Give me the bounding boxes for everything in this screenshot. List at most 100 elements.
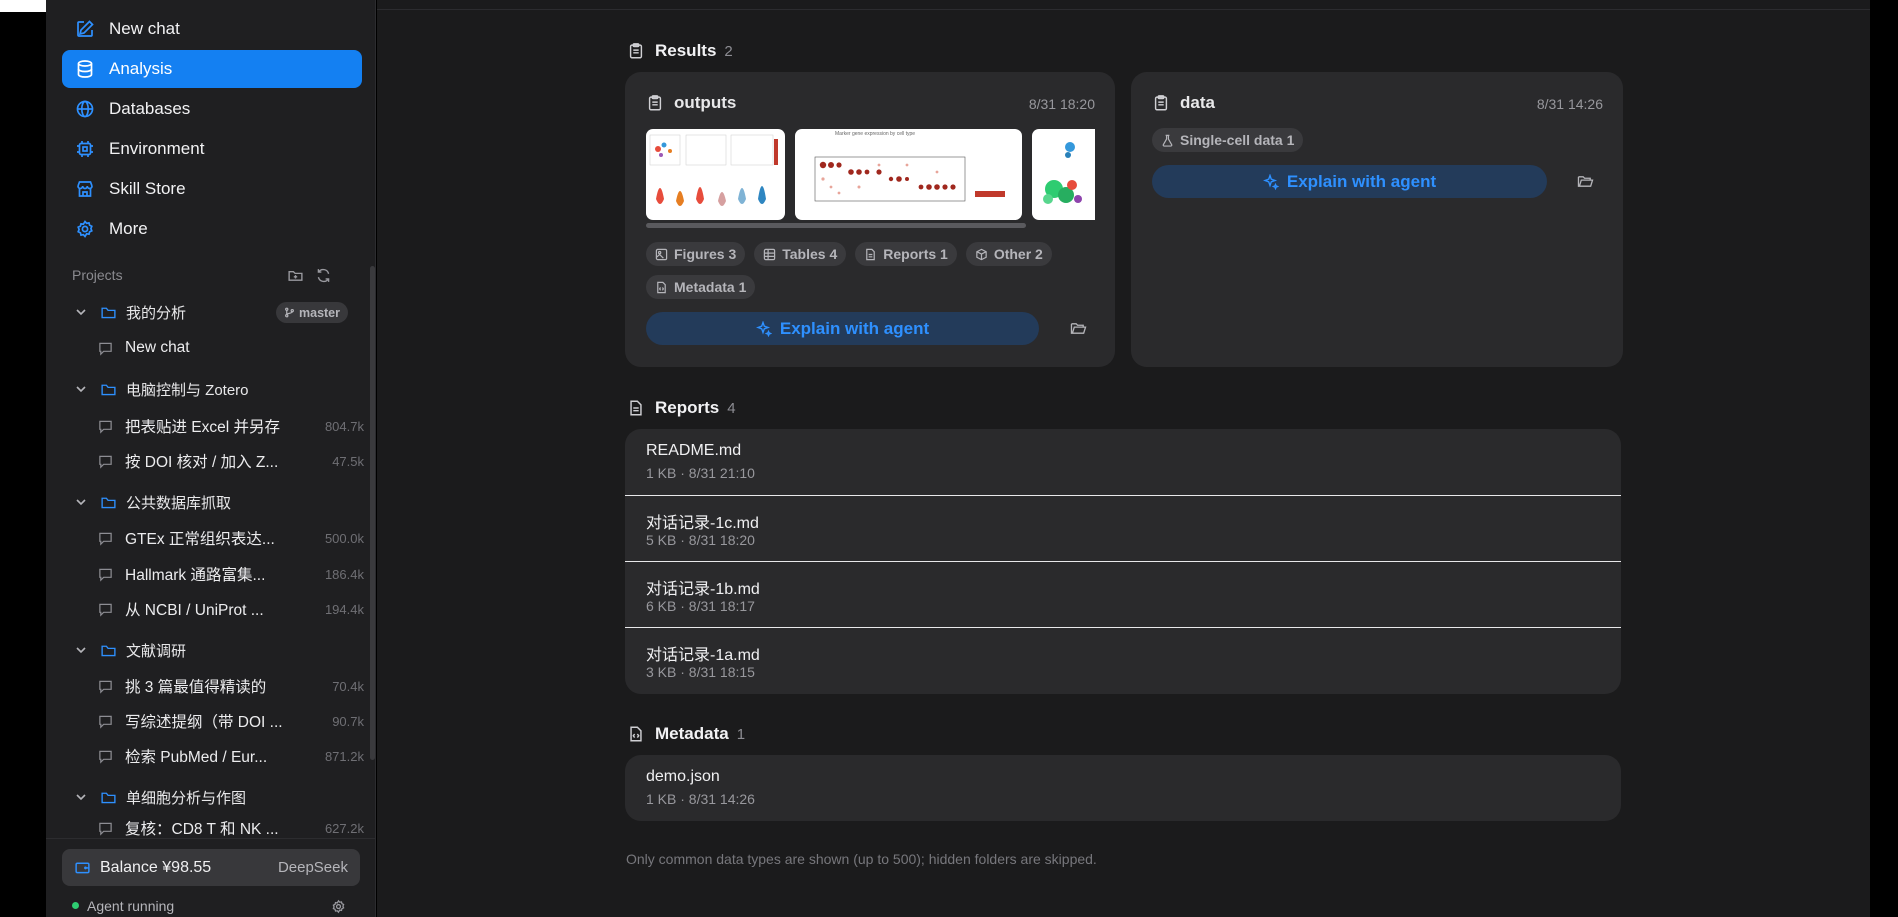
folder-icon [101,792,116,803]
chat-token-count: 627.2k [324,820,364,836]
sidebar: New chat Analysis Databases Environment … [46,0,376,917]
project-name: 文献调研 [126,642,187,660]
chat-item[interactable]: 挑 3 篇最值得精读的 70.4k [98,671,364,701]
nav-analysis[interactable]: Analysis [62,50,362,88]
file-code-icon [630,726,642,742]
file-meta: 1 KB · 8/31 14:26 [646,791,755,807]
chat-item[interactable]: 写综述提纲（带 DOI ... 90.7k [98,706,364,736]
chevron-down-icon [76,499,86,506]
open-folder-icon[interactable] [1070,321,1087,336]
chip-other[interactable]: Other 2 [965,242,1052,266]
gear-icon [77,220,93,238]
result-card-data[interactable]: data 8/31 14:26 Single-cell data 1 Expla… [1131,72,1623,367]
chat-title: 复核：CD8 T 和 NK ... [125,821,279,838]
chat-bubble-icon [99,715,112,729]
refresh-icon[interactable] [315,267,332,284]
type-chips: Single-cell data 1 [1152,128,1304,152]
report-row[interactable]: README.md 1 KB · 8/31 21:10 [625,429,1621,495]
reports-list: README.md 1 KB · 8/31 21:10 对话记录-1c.md 5… [625,429,1621,694]
chat-item[interactable]: Hallmark 通路富集... 186.4k [98,559,364,589]
chat-item[interactable]: 从 NCBI / UniProt ... 194.4k [98,594,364,624]
chip-figures[interactable]: Figures 3 [646,242,746,266]
nav-environment[interactable]: Environment [62,130,362,168]
result-card-outputs[interactable]: outputs 8/31 18:20 Marker gene expressio… [625,72,1115,367]
edit-icon [77,20,94,37]
document-icon [630,400,642,416]
chat-item[interactable]: 按 DOI 核对 / 加入 Z... 47.5k [98,446,364,476]
file-meta: 1 KB · 8/31 21:10 [646,465,755,481]
nav-skill-store[interactable]: Skill Store [62,170,362,208]
figure-thumbnail[interactable]: Marker gene expression by cell type [795,129,1022,220]
nav-new-chat[interactable]: New chat [62,10,362,48]
metadata-header: Metadata 1 [627,724,745,744]
branch-badge: master [276,302,348,323]
balance-bar[interactable]: Balance ¥98.55 DeepSeek [62,849,360,886]
explain-with-agent-button[interactable]: Explain with agent [1152,165,1547,198]
flask-icon [1162,134,1173,147]
file-meta: 5 KB · 8/31 18:20 [646,532,755,548]
folder-icon [101,645,116,656]
figure-thumbnail[interactable] [1032,129,1095,220]
report-row[interactable]: 对话记录-1b.md 6 KB · 8/31 18:17 [625,562,1621,628]
chip-tables[interactable]: Tables 4 [754,242,847,266]
project-folder[interactable]: 单细胞分析与作图 [70,782,360,812]
settings-icon[interactable] [331,899,346,914]
umap-figure [1043,142,1082,204]
chat-item[interactable]: GTEx 正常组织表达... 500.0k [98,523,364,553]
chat-item[interactable]: 把表贴进 Excel 并另存 804.7k [98,411,364,441]
provider-label: DeepSeek [277,859,348,876]
project-folder[interactable]: 文献调研 [70,635,360,665]
clipboard-icon [648,95,662,111]
chip-icon [77,141,93,157]
chip-metadata[interactable]: Metadata 1 [646,275,756,299]
chat-item[interactable]: 复核：CD8 T 和 NK ... 627.2k [98,818,364,838]
chat-title: 检索 PubMed / Eur... [125,749,268,766]
file-name: 对话记录-1c.md [646,515,759,532]
new-folder-icon[interactable] [287,267,304,284]
report-row[interactable]: 对话记录-1c.md 5 KB · 8/31 18:20 [625,496,1621,562]
chat-title: 从 NCBI / UniProt ... [125,602,264,619]
chip-label: Other 2 [993,246,1043,262]
window-edge [0,0,46,12]
nav-more[interactable]: More [62,210,362,248]
nav-label: Analysis [109,59,173,78]
project-folder[interactable]: 公共数据库抓取 [70,487,360,517]
chat-token-count: 804.7k [324,418,364,434]
metadata-list: demo.json 1 KB · 8/31 14:26 [625,755,1621,821]
report-row[interactable]: 对话记录-1a.md 3 KB · 8/31 18:15 [625,628,1621,694]
nav-databases[interactable]: Databases [62,90,362,128]
metadata-row[interactable]: demo.json 1 KB · 8/31 14:26 [625,755,1621,821]
results-count: 2 [724,42,733,60]
chat-token-count: 70.4k [332,678,364,694]
card-name: data [1180,93,1215,112]
figure-thumbnail[interactable] [646,129,785,220]
open-folder-icon[interactable] [1577,174,1594,189]
explain-with-agent-button[interactable]: Explain with agent [646,312,1039,345]
chat-bubble-icon [99,822,112,836]
chat-item[interactable]: 检索 PubMed / Eur... 871.2k [98,741,364,771]
folder-icon [101,384,116,395]
folder-icon [101,497,116,508]
file-name: 对话记录-1b.md [646,581,760,598]
sidebar-scrollbar[interactable] [370,266,375,760]
chip-single-cell[interactable]: Single-cell data 1 [1152,128,1304,152]
umap-violin-figure [649,134,778,206]
thumbnail-scrollbar[interactable] [646,223,1026,228]
projects-label: Projects [72,267,123,283]
chat-list-clip: 复核：CD8 T 和 NK ... 627.2k [46,818,375,838]
project-name: 公共数据库抓取 [126,494,232,512]
card-name: outputs [674,93,737,112]
project-folder[interactable]: 电脑控制与 Zotero [70,374,360,404]
chat-bubble-icon [99,420,112,434]
chip-reports[interactable]: Reports 1 [855,242,957,266]
explain-label: Explain with agent [1286,171,1437,191]
project-folder[interactable]: 我的分析 master [70,297,360,327]
nav-label: New chat [109,19,180,38]
results-header: Results 2 [627,41,733,61]
image-icon [655,248,668,260]
globe-icon [76,100,94,118]
sparkles-icon [1262,173,1279,190]
file-code-icon [657,281,666,293]
chat-item[interactable]: New chat [98,333,364,363]
balance-label: Balance ¥98.55 [100,858,212,876]
